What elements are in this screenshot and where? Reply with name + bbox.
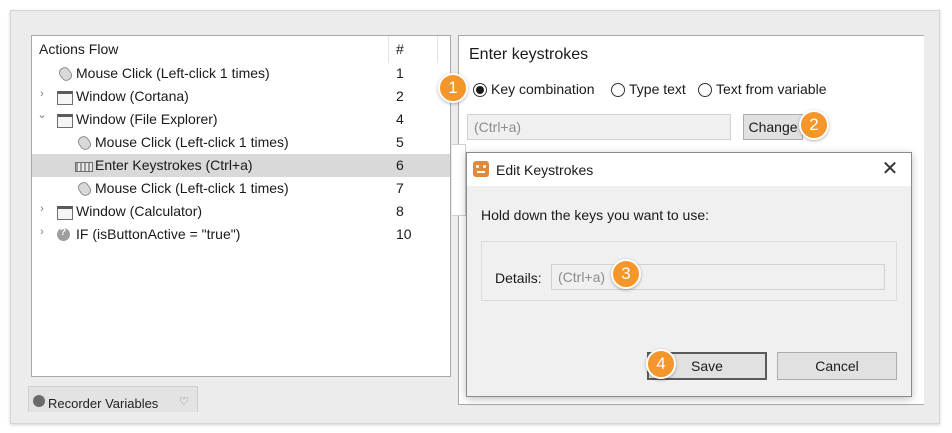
radio-type-text[interactable] xyxy=(611,83,625,97)
tab-recorder-variables[interactable]: Recorder Variables ♡ xyxy=(28,386,198,412)
tree-row[interactable]: › IF (isButtonActive = "true") 10 xyxy=(32,223,450,246)
chevron-right-icon[interactable]: › xyxy=(36,226,48,238)
tree-row[interactable]: ⌄ Window (File Explorer) 4 xyxy=(32,108,450,131)
radio-type-text-label[interactable]: Type text xyxy=(629,81,686,97)
window-icon xyxy=(56,89,73,105)
details-label: Details: xyxy=(495,270,542,286)
details-field[interactable]: (Ctrl+a) xyxy=(551,264,885,290)
chevron-down-icon[interactable]: ⌄ xyxy=(36,108,48,121)
keystrokes-field[interactable]: (Ctrl+a) xyxy=(467,114,731,140)
tree-row-label: Mouse Click (Left-click 1 times) xyxy=(95,180,289,196)
column-separator[interactable] xyxy=(388,36,389,63)
tree-row[interactable]: › Window (Calculator) 8 xyxy=(32,200,450,223)
tree-row-label: Window (Cortana) xyxy=(76,88,189,104)
radio-key-combination[interactable] xyxy=(473,83,487,97)
edit-keystrokes-dialog: Edit Keystrokes ✕ Hold down the keys you… xyxy=(466,152,912,397)
if-condition-icon xyxy=(56,227,72,242)
chevron-right-icon[interactable]: › xyxy=(36,203,48,215)
column-header-actions-flow[interactable]: Actions Flow xyxy=(39,41,118,57)
mouse-icon xyxy=(75,135,91,150)
dialog-title: Edit Keystrokes xyxy=(496,162,594,178)
tree-row-number: 2 xyxy=(396,88,404,104)
tree-row-label: Enter Keystrokes (Ctrl+a) xyxy=(95,157,253,173)
tree-row-number: 1 xyxy=(396,65,404,81)
panel-title: Enter keystrokes xyxy=(469,46,589,63)
close-icon[interactable]: ✕ xyxy=(875,157,905,183)
keyboard-icon xyxy=(75,158,93,173)
change-button[interactable]: Change xyxy=(743,114,803,140)
column-separator[interactable] xyxy=(437,36,438,63)
radio-key-combination-label[interactable]: Key combination xyxy=(491,81,595,97)
step-badge-3: 3 xyxy=(611,259,641,289)
actions-flow-header: Actions Flow # xyxy=(32,36,450,63)
step-badge-4: 4 xyxy=(646,349,676,379)
radio-text-from-variable[interactable] xyxy=(698,83,712,97)
radio-text-from-variable-label[interactable]: Text from variable xyxy=(716,81,826,97)
tree-row-number: 8 xyxy=(396,203,404,219)
tree-row-label: IF (isButtonActive = "true") xyxy=(76,226,241,242)
tab-label: Recorder Variables xyxy=(48,396,159,411)
cancel-button[interactable]: Cancel xyxy=(777,352,897,380)
variables-icon xyxy=(33,395,45,407)
tree-row-number: 4 xyxy=(396,111,404,127)
tree-row-number: 10 xyxy=(396,226,412,242)
details-group: Details: (Ctrl+a) xyxy=(481,241,897,301)
tree-row[interactable]: › Window (Cortana) 2 xyxy=(32,85,450,108)
panel-edge xyxy=(452,144,466,216)
tree-row[interactable]: Mouse Click (Left-click 1 times) 1 xyxy=(32,62,450,85)
heart-icon[interactable]: ♡ xyxy=(179,395,189,408)
mouse-icon xyxy=(56,66,72,81)
tree-row-selected[interactable]: Enter Keystrokes (Ctrl+a) 6 xyxy=(32,154,450,177)
robot-icon xyxy=(473,161,489,177)
actions-flow-panel: Actions Flow # Mouse Click (Left-click 1… xyxy=(31,35,451,377)
step-badge-2: 2 xyxy=(799,110,829,140)
window-icon xyxy=(56,112,73,128)
tree-row-number: 7 xyxy=(396,180,404,196)
dialog-titlebar[interactable]: Edit Keystrokes ✕ xyxy=(467,153,911,186)
tree-row-label: Window (File Explorer) xyxy=(76,111,218,127)
chevron-right-icon[interactable]: › xyxy=(36,88,48,100)
column-header-number[interactable]: # xyxy=(396,41,404,57)
tree-row-label: Mouse Click (Left-click 1 times) xyxy=(76,65,270,81)
tree-row-number: 6 xyxy=(396,157,404,173)
tree-row[interactable]: Mouse Click (Left-click 1 times) 7 xyxy=(32,177,450,200)
window-icon xyxy=(56,204,73,220)
tree-row[interactable]: Mouse Click (Left-click 1 times) 5 xyxy=(32,131,450,154)
tree-row-label: Window (Calculator) xyxy=(76,203,203,219)
tree-row-number: 5 xyxy=(396,134,404,150)
dialog-instruction: Hold down the keys you want to use: xyxy=(481,207,710,223)
mouse-icon xyxy=(75,181,91,196)
step-badge-1: 1 xyxy=(438,73,468,103)
tree-row-label: Mouse Click (Left-click 1 times) xyxy=(95,134,289,150)
